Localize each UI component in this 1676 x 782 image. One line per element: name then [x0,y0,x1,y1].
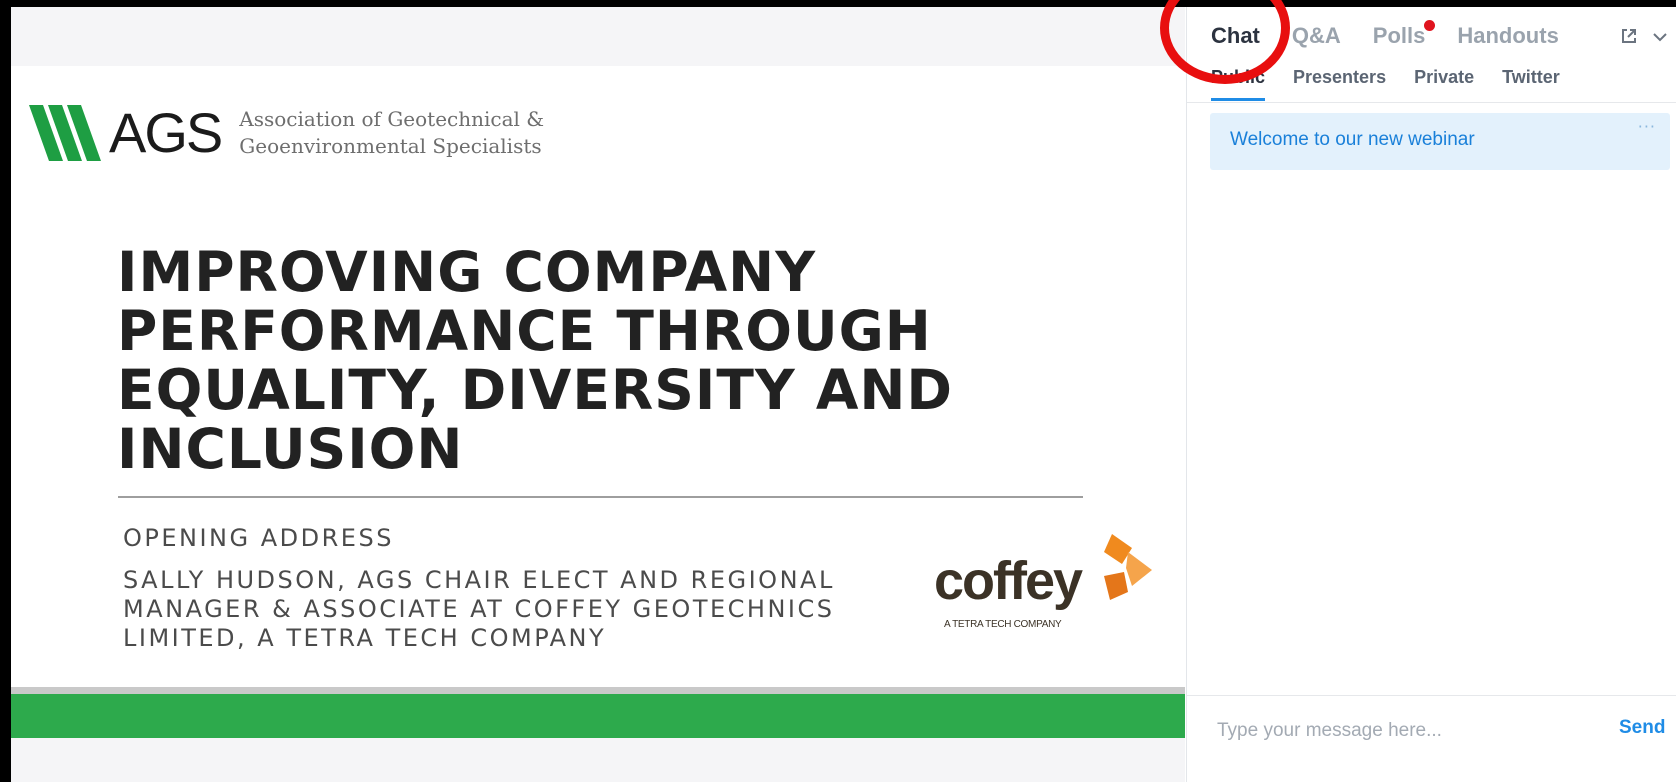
ags-organisation-name: Association of Geotechnical & Geoenviron… [239,106,544,160]
slide-title-line: EQUALITY, DIVERSITY AND [117,358,954,422]
chat-sub-tabs: Public Presenters Private Twitter [1211,67,1663,105]
speaker-line: SALLY HUDSON, AGS CHAIR ELECT AND REGION… [123,566,835,594]
coffey-wordmark: coffey [934,551,1083,611]
slide-title-line: IMPROVING COMPANY [117,240,817,304]
presentation-slide: AGS Association of Geotechnical & Geoenv… [11,7,1185,782]
ags-logo: AGS Association of Geotechnical & Geoenv… [29,103,544,163]
sub-tabs-divider [1187,102,1676,103]
slide-footer-green-band [11,694,1185,738]
ags-organisation-line: Geoenvironmental Specialists [239,134,542,158]
sub-tab-private[interactable]: Private [1414,67,1474,98]
slide-footer-gray-band [11,687,1185,694]
ags-stripes-icon [29,105,101,161]
speaker-line: LIMITED, A TETRA TECH COMPANY [123,624,607,652]
message-options-icon[interactable]: ··· [1638,117,1656,136]
ags-logo-letters: AGS [109,101,223,164]
chat-message-text: Welcome to our new webinar [1230,129,1475,150]
slide-title-line: PERFORMANCE THROUGH [117,299,932,363]
slide-subtitle: OPENING ADDRESS [123,524,394,552]
title-divider [118,496,1083,498]
popout-icon[interactable] [1620,27,1638,50]
tab-polls-label: Polls [1372,23,1426,48]
tab-qa[interactable]: Q&A [1292,23,1341,49]
speaker-details: SALLY HUDSON, AGS CHAIR ELECT AND REGION… [123,566,923,653]
sub-tab-twitter[interactable]: Twitter [1502,67,1560,98]
ags-organisation-line: Association of Geotechnical & [239,107,545,131]
coffey-arrow-icon [1104,534,1152,600]
slide-body: AGS Association of Geotechnical & Geoenv… [11,66,1185,694]
tab-handouts[interactable]: Handouts [1457,23,1558,49]
chat-message-input[interactable] [1217,713,1597,749]
composer-divider [1187,695,1676,696]
speaker-line: MANAGER & ASSOCIATE AT COFFEY GEOTECHNIC… [123,595,835,623]
chevron-down-icon[interactable] [1652,30,1668,48]
chat-message: Welcome to our new webinar ··· [1210,113,1670,170]
coffey-logo: coffey A TETRA TECH COMPANY [931,534,1161,644]
panel-controls [1606,27,1668,50]
notification-dot [1424,20,1436,31]
chat-panel: Chat Q&A Polls Handouts Public Presenter… [1186,7,1676,782]
coffey-tagline: A TETRA TECH COMPANY [944,619,1062,630]
slide-title: IMPROVING COMPANY PERFORMANCE THROUGH EQ… [117,243,1017,479]
send-button[interactable]: Send [1619,717,1665,739]
slide-title-line: INCLUSION [117,417,464,481]
sub-tab-presenters[interactable]: Presenters [1293,67,1386,98]
tab-polls[interactable]: Polls [1372,20,1436,49]
